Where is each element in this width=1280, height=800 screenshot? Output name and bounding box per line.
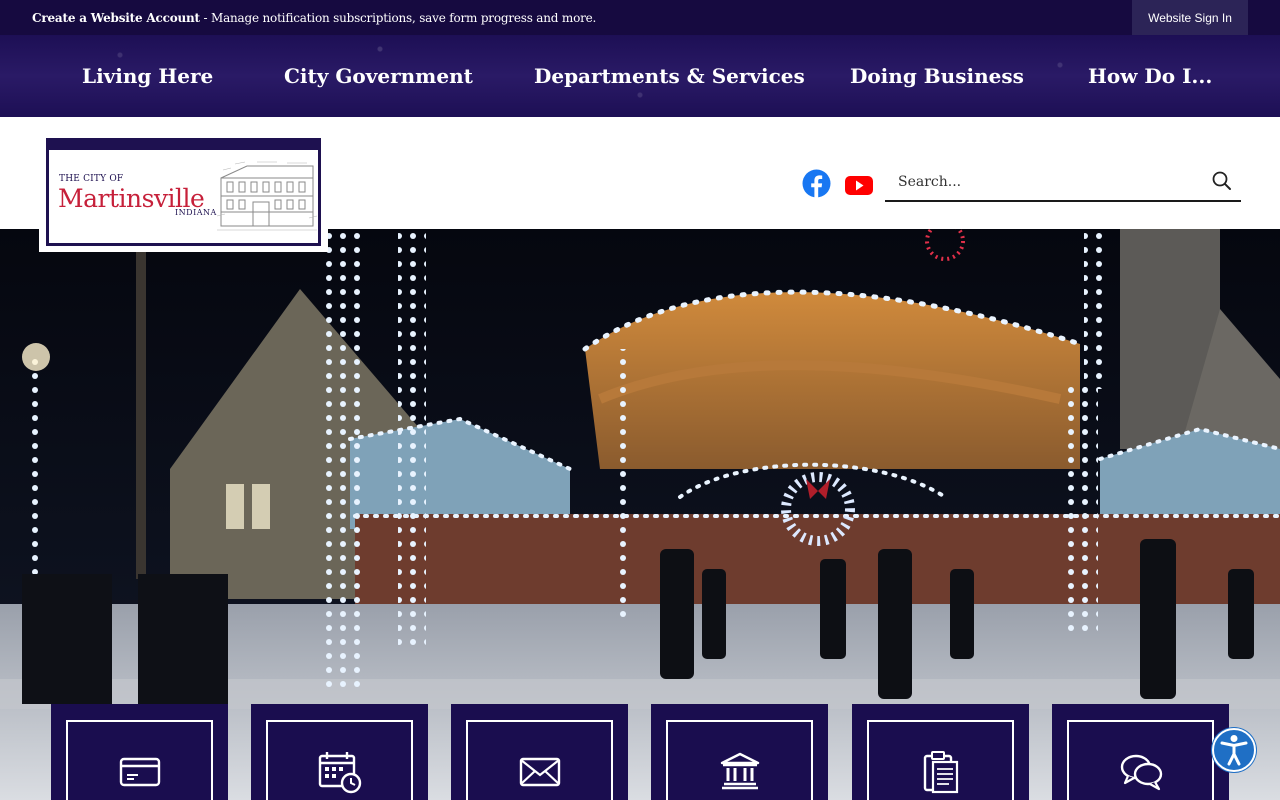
nav-doing-business[interactable]: Doing Business	[850, 35, 1024, 117]
website-sign-in-button[interactable]: Website Sign In	[1132, 0, 1248, 35]
youtube-icon[interactable]	[844, 169, 874, 198]
quick-link-payments[interactable]	[51, 704, 228, 800]
account-bar: Create a Website Account - Manage notifi…	[0, 0, 1280, 35]
main-navigation: Living Here City Government Departments …	[0, 35, 1280, 117]
accessibility-icon[interactable]	[1212, 728, 1256, 772]
chat-bubbles-icon	[1120, 754, 1162, 791]
calendar-clock-icon	[318, 752, 361, 794]
quick-link-government[interactable]	[651, 704, 828, 800]
account-description: - Manage notification subscriptions, sav…	[199, 11, 597, 25]
search-input[interactable]	[885, 164, 1205, 200]
building-illustration	[217, 161, 317, 231]
credit-card-icon	[119, 757, 160, 787]
quick-link-contact[interactable]	[1052, 704, 1229, 800]
envelope-icon	[519, 757, 560, 787]
nav-departments-services[interactable]: Departments & Services	[534, 35, 805, 117]
nav-how-do-i[interactable]: How Do I...	[1088, 35, 1212, 117]
search-icon[interactable]	[1211, 170, 1233, 192]
quick-link-calendar[interactable]	[251, 704, 428, 800]
government-building-icon	[720, 752, 759, 790]
clipboard-document-icon	[923, 751, 958, 794]
logo-the-city-of: THE CITY OF	[59, 174, 124, 184]
quick-link-notify-me[interactable]	[451, 704, 628, 800]
home-logo-link[interactable]: THE CITY OF Martinsville INDIANA	[39, 130, 328, 252]
nav-city-government[interactable]: City Government	[284, 35, 473, 117]
facebook-icon[interactable]	[802, 169, 831, 198]
create-account-link[interactable]: Create a Website Account	[32, 11, 200, 25]
city-logo: THE CITY OF Martinsville INDIANA	[46, 138, 321, 246]
site-search	[885, 162, 1241, 202]
account-message: Create a Website Account - Manage notifi…	[32, 11, 596, 25]
quick-link-documents[interactable]	[852, 704, 1029, 800]
nav-living-here[interactable]: Living Here	[82, 35, 213, 117]
logo-state: INDIANA	[175, 208, 217, 217]
